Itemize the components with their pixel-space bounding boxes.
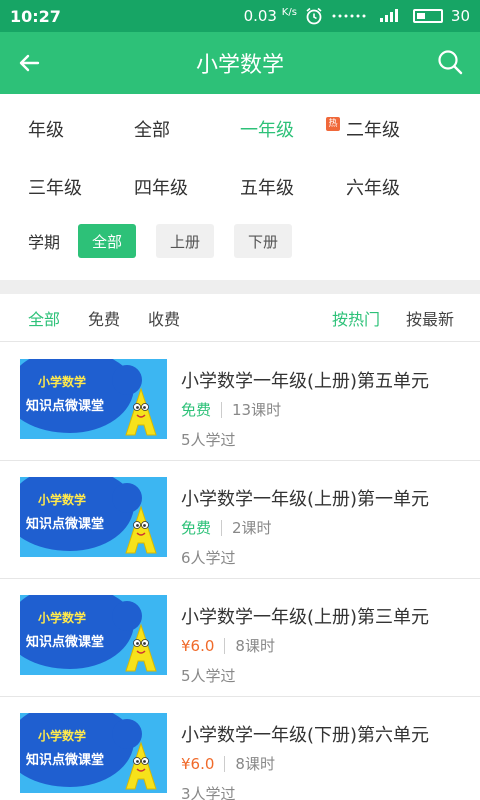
course-thumbnail: 小学数学 知识点微课堂 xyxy=(20,359,167,439)
search-icon[interactable] xyxy=(436,48,464,76)
sort-by-popular[interactable]: 按热门 xyxy=(332,306,380,330)
course-title: 小学数学一年级(上册)第三单元 xyxy=(181,607,430,628)
tab-free[interactable]: 免费 xyxy=(88,306,120,330)
battery-level: 30 xyxy=(450,7,470,25)
course-meta: 免费 13课时 xyxy=(181,399,281,420)
sort-bar: 全部 免费 收费 按热门 按最新 xyxy=(0,294,480,342)
mascot-letter-a-icon xyxy=(125,741,157,790)
thumbnail-title: 小学数学 xyxy=(38,375,87,389)
tab-paid[interactable]: 收费 xyxy=(148,306,180,330)
status-indicators: 0.03 K/s 30 xyxy=(244,7,470,25)
thumbnail-subtitle: 知识点微课堂 xyxy=(26,635,105,650)
course-thumbnail: 小学数学 知识点微课堂 xyxy=(20,713,167,793)
course-learners: 5人学过 xyxy=(181,667,236,685)
course-item[interactable]: 小学数学 知识点微课堂 小学数学一年级(上册)第一单元 免费 2课时 6人学过 xyxy=(0,461,480,579)
course-learners: 6人学过 xyxy=(181,549,236,567)
meta-separator xyxy=(221,519,223,536)
section-divider xyxy=(0,280,480,294)
course-price: ¥6.0 xyxy=(181,636,215,655)
course-lessons: 2课时 xyxy=(232,519,272,537)
back-arrow-icon[interactable] xyxy=(16,50,42,76)
grade-option-grade-4[interactable]: 四年级 xyxy=(106,174,212,200)
course-lessons: 8课时 xyxy=(235,637,275,655)
signal-icon xyxy=(379,9,398,22)
network-speed: 0.03 K/s xyxy=(243,7,297,25)
term-label: 学期 xyxy=(28,233,61,252)
network-speed-unit: K/s xyxy=(281,7,297,18)
tab-all[interactable]: 全部 xyxy=(28,306,60,330)
grade-option-label: 一年级 xyxy=(240,120,294,141)
course-list: 小学数学 知识点微课堂 小学数学一年级(上册)第五单元 免费 13课时 5人学过… xyxy=(0,343,480,800)
grade-option-all[interactable]: 全部 xyxy=(106,116,212,142)
alarm-icon xyxy=(306,7,322,25)
mascot-letter-a-icon xyxy=(125,623,157,672)
mascot-letter-a-icon xyxy=(125,387,157,436)
course-item[interactable]: 小学数学 知识点微课堂 小学数学一年级(上册)第三单元 ¥6.0 8课时 5人学… xyxy=(0,579,480,697)
status-bar: 10:27 0.03 K/s 30 xyxy=(0,0,480,32)
meta-separator xyxy=(224,755,226,772)
thumbnail-subtitle: 知识点微课堂 xyxy=(26,517,105,532)
mascot-letter-a-icon xyxy=(125,505,157,554)
thumbnail-subtitle: 知识点微课堂 xyxy=(26,753,105,768)
grade-option-grade-5[interactable]: 五年级 xyxy=(212,174,318,200)
app-bar: 小学数学 xyxy=(0,32,480,94)
filter-panel: 年级 全部 一年级 热 二年级 三年级 四年级 五年级 六年级 学期 全部 上册… xyxy=(0,94,480,280)
course-price: 免费 xyxy=(181,401,212,419)
thumbnail-title: 小学数学 xyxy=(38,611,87,625)
page-title: 小学数学 xyxy=(195,53,284,78)
course-lessons: 8课时 xyxy=(235,755,275,773)
sort-by-newest[interactable]: 按最新 xyxy=(406,306,454,330)
course-meta: ¥6.0 8课时 xyxy=(181,635,275,656)
grade-option-grade-6[interactable]: 六年级 xyxy=(318,174,424,200)
meta-separator xyxy=(221,401,223,418)
grade-option-grade-2[interactable]: 二年级 xyxy=(318,116,424,142)
term-row: 学期 全部 上册 下册 xyxy=(28,224,312,258)
course-title: 小学数学一年级(上册)第五单元 xyxy=(181,371,430,392)
thumbnail-subtitle: 知识点微课堂 xyxy=(26,399,105,414)
battery-icon xyxy=(412,9,443,23)
course-price: ¥6.0 xyxy=(181,754,215,773)
grade-row-1: 年级 全部 一年级 热 二年级 xyxy=(0,116,480,142)
thumbnail-title: 小学数学 xyxy=(38,493,87,507)
term-option-all[interactable]: 全部 xyxy=(78,224,136,258)
status-time: 10:27 xyxy=(10,6,61,26)
course-meta: ¥6.0 8课时 xyxy=(181,753,275,774)
signal-dots-icon xyxy=(332,14,366,18)
course-title: 小学数学一年级(下册)第六单元 xyxy=(181,725,430,746)
thumbnail-title: 小学数学 xyxy=(38,729,87,743)
course-item[interactable]: 小学数学 知识点微课堂 小学数学一年级(上册)第五单元 免费 13课时 5人学过 xyxy=(0,343,480,461)
course-thumbnail: 小学数学 知识点微课堂 xyxy=(20,595,167,675)
term-option-second[interactable]: 下册 xyxy=(234,224,292,258)
course-meta: 免费 2课时 xyxy=(181,517,272,538)
course-learners: 3人学过 xyxy=(181,785,236,800)
grade-row-2: 三年级 四年级 五年级 六年级 xyxy=(0,174,480,200)
course-learners: 5人学过 xyxy=(181,431,236,449)
grade-option-grade-1[interactable]: 一年级 热 xyxy=(212,116,340,142)
grade-option-grade-3[interactable]: 三年级 xyxy=(0,174,106,200)
term-option-first[interactable]: 上册 xyxy=(156,224,214,258)
course-item[interactable]: 小学数学 知识点微课堂 小学数学一年级(下册)第六单元 ¥6.0 8课时 3人学… xyxy=(0,697,480,800)
course-lessons: 13课时 xyxy=(232,401,282,419)
meta-separator xyxy=(224,637,226,654)
course-title: 小学数学一年级(上册)第一单元 xyxy=(181,489,430,510)
course-price: 免费 xyxy=(181,519,212,537)
grade-label: 年级 xyxy=(28,120,64,141)
course-thumbnail: 小学数学 知识点微课堂 xyxy=(20,477,167,557)
